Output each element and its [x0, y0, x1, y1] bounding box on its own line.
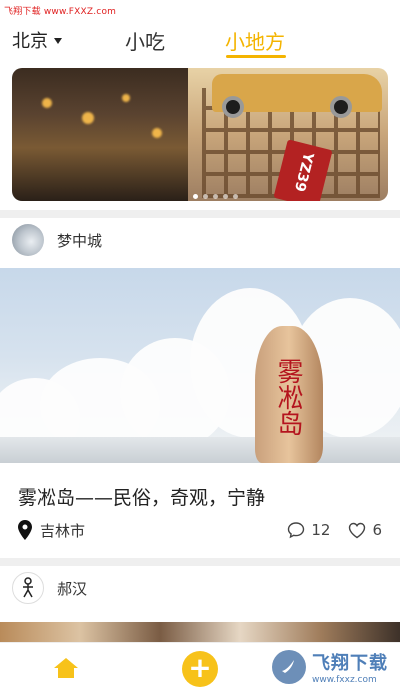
comment-button[interactable]: 12 — [287, 521, 330, 539]
like-button[interactable]: 6 — [348, 521, 382, 539]
home-icon — [54, 658, 78, 678]
carousel-dot[interactable] — [213, 194, 218, 199]
logo-subtitle: www.fxxz.com — [312, 675, 377, 685]
location-pin-icon — [18, 520, 32, 540]
carousel-dot[interactable] — [223, 194, 228, 199]
post-photo[interactable]: 雾凇岛 — [0, 268, 400, 463]
post-card[interactable]: 梦中城 雾凇岛 雾凇岛——民俗，奇观，宁静 吉林市 12 6 — [0, 218, 400, 558]
comment-icon — [288, 522, 305, 539]
caret-down-icon — [54, 38, 62, 44]
banner-section: YZ39 — [0, 62, 400, 210]
figure-icon — [23, 577, 33, 598]
city-label: 北京 — [12, 31, 48, 52]
carousel-dot[interactable] — [203, 194, 208, 199]
wheel-shape — [222, 96, 244, 118]
carousel-dot[interactable] — [193, 194, 198, 199]
post-meta: 吉林市 12 6 — [18, 519, 382, 541]
logo-badge-icon — [272, 650, 306, 684]
post-author[interactable]: 郝汉 — [12, 572, 87, 604]
active-tab-indicator — [226, 55, 286, 58]
banner-carousel[interactable]: YZ39 — [12, 68, 388, 201]
tab-small-places[interactable]: 小地方 — [225, 26, 285, 55]
author-name[interactable]: 梦中城 — [57, 230, 102, 251]
logo-texts: 飞翔下载 www.fxxz.com — [312, 649, 388, 685]
post-card[interactable]: 郝汉 — [0, 566, 400, 642]
heart-icon — [349, 522, 366, 538]
plus-icon: + — [188, 651, 212, 684]
post-photo-preview[interactable] — [0, 622, 400, 642]
plate-text: YZ39 — [290, 150, 317, 194]
light-glow — [82, 112, 94, 124]
avatar[interactable] — [12, 572, 44, 604]
location-text[interactable]: 吉林市 — [40, 520, 85, 541]
post-title[interactable]: 雾凇岛——民俗，奇观，宁静 — [18, 483, 265, 510]
light-glow — [152, 128, 162, 138]
stone-inscription: 雾凇岛 — [273, 358, 303, 436]
carousel-dot[interactable] — [233, 194, 238, 199]
watermark-logo: 飞翔下载 www.fxxz.com — [272, 649, 388, 685]
bottom-nav: + 飞翔下载 www.fxxz.com — [0, 642, 400, 691]
logo-title: 飞翔下载 — [312, 653, 388, 674]
like-count: 6 — [372, 521, 382, 539]
avatar[interactable] — [12, 224, 44, 256]
comment-count: 12 — [311, 521, 331, 539]
post-author[interactable]: 梦中城 — [12, 224, 102, 256]
wheel-shape — [330, 96, 352, 118]
light-glow — [42, 98, 52, 108]
tab-snacks[interactable]: 小吃 — [125, 26, 165, 55]
carousel-dots — [193, 194, 238, 199]
app-screen: 飞翔下载 www.FXXZ.com 北京 小吃 小地方 YZ39 梦中城 雾凇岛… — [0, 0, 400, 691]
city-selector[interactable]: 北京 — [12, 27, 62, 53]
light-glow — [122, 94, 130, 102]
home-button[interactable] — [53, 657, 79, 683]
watermark: 飞翔下载 www.FXXZ.com — [4, 7, 117, 17]
add-button[interactable]: + — [182, 651, 218, 687]
snow-ground — [0, 437, 400, 463]
author-name[interactable]: 郝汉 — [57, 578, 87, 599]
